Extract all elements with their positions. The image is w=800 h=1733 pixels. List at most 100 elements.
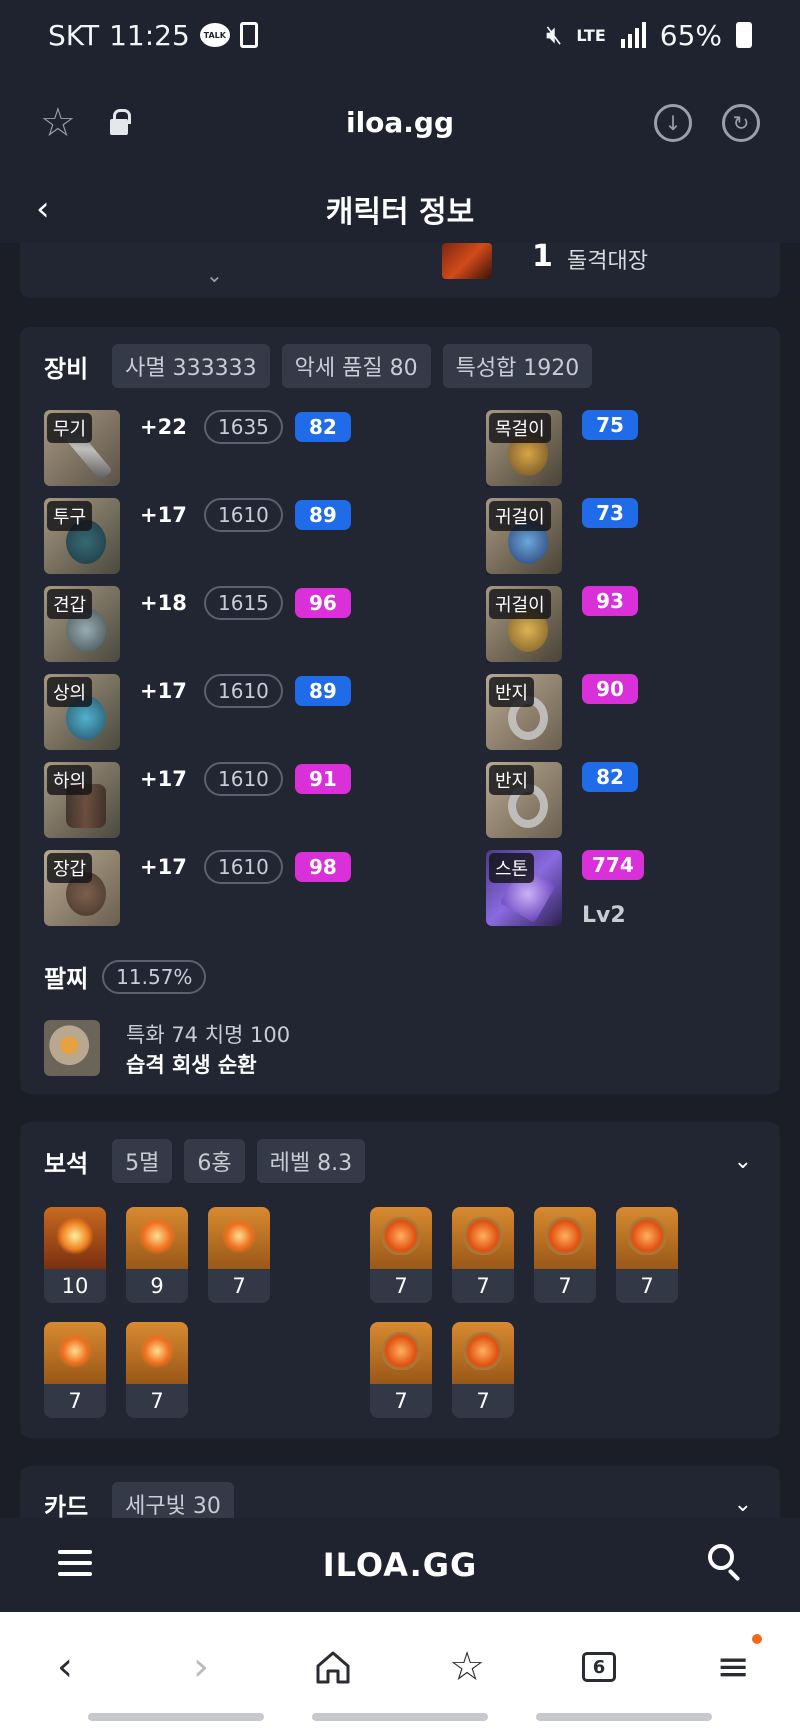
browser-url-bar: ☆ iloa.gg ↓ ↻ (0, 70, 800, 175)
quality-badge: 73 (582, 498, 638, 528)
accessory-row[interactable]: 목걸이 75 (486, 410, 638, 486)
accessory-row[interactable]: 반지 90 (486, 674, 638, 750)
quality-badge: 96 (294, 588, 351, 618)
gem-item[interactable]: 7 (370, 1322, 432, 1418)
equipment-chip: 특성합 1920 (442, 344, 593, 388)
upgrade-level: +17 (140, 679, 187, 703)
quality-badge: 82 (294, 412, 351, 442)
pants-icon: 하의 (44, 762, 120, 838)
gem-item[interactable]: 7 (370, 1207, 432, 1303)
bracelet-label: 팔찌 (44, 965, 89, 993)
site-bottom-nav: ILOA.GG (0, 1518, 800, 1612)
gem-item[interactable]: 7 (126, 1322, 188, 1418)
gesture-bar (312, 1713, 488, 1721)
equipment-row[interactable]: 장갑 +17 1610 98 (44, 850, 351, 926)
site-logo[interactable]: ILOA.GG (323, 1546, 478, 1584)
weapon-icon: 무기 (44, 410, 120, 486)
gem-item[interactable]: 7 (44, 1322, 106, 1418)
damage-gem-icon (138, 1217, 176, 1255)
upgrade-level: +22 (140, 415, 187, 439)
gem-item[interactable]: 7 (452, 1322, 514, 1418)
gem-item[interactable]: 10 (44, 1207, 106, 1303)
accessory-row[interactable]: 반지 82 (486, 762, 638, 838)
hamburger-menu-icon[interactable] (58, 1550, 92, 1583)
upgrade-level: +17 (140, 503, 187, 527)
gem-item[interactable]: 7 (616, 1207, 678, 1303)
url-text[interactable]: iloa.gg (0, 106, 800, 139)
accessory-row[interactable]: 귀걸이 93 (486, 586, 638, 662)
quality-badge: 90 (582, 674, 638, 704)
bracelet-stats: 특화 74 치명 100 (126, 1023, 291, 1047)
browser-back-icon[interactable]: ‹ (40, 1642, 90, 1692)
carrier-label: SKT (48, 18, 100, 52)
cards-label: 카드 (44, 1492, 89, 1519)
equipment-card: 장비 사멸 333333 악세 품질 80 특성합 1920 무기 +22 16… (20, 327, 780, 1094)
bracelet-percent: 11.57% (102, 959, 207, 994)
gems-card: 보석 5멸 6홍 레벨 8.3 ⌄ 10 9 7 7 7 7 7 7 7 7 7 (20, 1122, 780, 1438)
search-icon[interactable] (708, 1544, 734, 1570)
battery-icon (736, 22, 752, 48)
item-level: 1610 (204, 498, 283, 532)
page-title: 캐릭터 정보 (325, 195, 475, 230)
cooldown-gem-icon (382, 1332, 420, 1370)
browser-forward-icon[interactable]: › (176, 1642, 226, 1692)
gem-item[interactable]: 7 (208, 1207, 270, 1303)
gloves-icon: 장갑 (44, 850, 120, 926)
gesture-bar (536, 1713, 712, 1721)
battery-percent: 65% (659, 18, 722, 52)
equipment-label: 장비 (44, 354, 89, 383)
notification-dot (752, 1634, 762, 1644)
item-level: 1635 (204, 410, 283, 444)
quality-badge: 75 (582, 410, 638, 440)
expand-chevron-icon[interactable]: ⌄ (206, 263, 223, 287)
stone-level: Lv2 (582, 903, 626, 928)
kakaotalk-icon: TALK (199, 23, 230, 47)
sim-icon (239, 22, 258, 48)
mute-icon: 🔇︎ (545, 19, 563, 50)
cards-chip: 세구빛 30 (112, 1482, 234, 1518)
damage-gem-icon (56, 1217, 94, 1255)
back-button[interactable]: ‹ (36, 189, 50, 229)
gesture-bar (88, 1713, 264, 1721)
page-header: ‹ 캐릭터 정보 (0, 175, 800, 243)
upgrade-level: +17 (140, 855, 187, 879)
chest-icon: 상의 (44, 674, 120, 750)
upgrade-level: +18 (140, 591, 187, 615)
equipment-row[interactable]: 하의 +17 1610 91 (44, 762, 351, 838)
damage-gem-icon (220, 1217, 258, 1255)
quality-badge: 93 (582, 586, 638, 616)
accessory-row[interactable]: 귀걸이 73 (486, 498, 638, 574)
ability-stone-icon: 스톤 (486, 850, 562, 926)
item-level: 1610 (204, 762, 283, 796)
bracelet-effects: 습격 회생 순환 (126, 1053, 257, 1077)
gems-header: 보석 5멸 6홍 레벨 8.3 ⌄ (44, 1139, 764, 1183)
ring-icon: 반지 (486, 674, 562, 750)
ring-icon: 반지 (486, 762, 562, 838)
equipment-chip: 사멸 333333 (112, 344, 270, 388)
rank-number: 1 (532, 239, 553, 274)
equipment-row[interactable]: 상의 +17 1610 89 (44, 674, 351, 750)
equipment-row[interactable]: 투구 +17 1610 89 (44, 498, 351, 574)
gem-item[interactable]: 7 (534, 1207, 596, 1303)
equipment-header: 장비 사멸 333333 악세 품질 80 특성합 1920 (44, 344, 593, 388)
browser-menu-icon[interactable]: ≡ (708, 1642, 758, 1692)
bookmarks-star-icon[interactable]: ☆ (442, 1642, 492, 1692)
collapse-chevron-icon[interactable]: ⌄ (734, 1149, 752, 1174)
quality-badge: 82 (582, 762, 638, 792)
rank-name: 돌격대장 (567, 249, 648, 274)
damage-gem-icon (56, 1332, 94, 1370)
quality-badge: 91 (294, 764, 351, 794)
cooldown-gem-icon (464, 1217, 502, 1255)
bracelet-header: 팔찌 11.57% (44, 959, 207, 994)
tabs-icon[interactable]: 6 (574, 1642, 624, 1692)
equipment-row[interactable]: 견갑 +18 1615 96 (44, 586, 351, 662)
gem-item[interactable]: 9 (126, 1207, 188, 1303)
home-icon[interactable] (308, 1642, 358, 1692)
bracelet-icon[interactable] (44, 1020, 100, 1076)
gem-item[interactable]: 7 (452, 1207, 514, 1303)
gems-chip: 5멸 (112, 1139, 173, 1183)
cooldown-gem-icon (628, 1217, 666, 1255)
cooldown-gem-icon (382, 1217, 420, 1255)
collapse-chevron-icon[interactable]: ⌄ (734, 1492, 752, 1517)
equipment-row[interactable]: 무기 +22 1635 82 (44, 410, 351, 486)
